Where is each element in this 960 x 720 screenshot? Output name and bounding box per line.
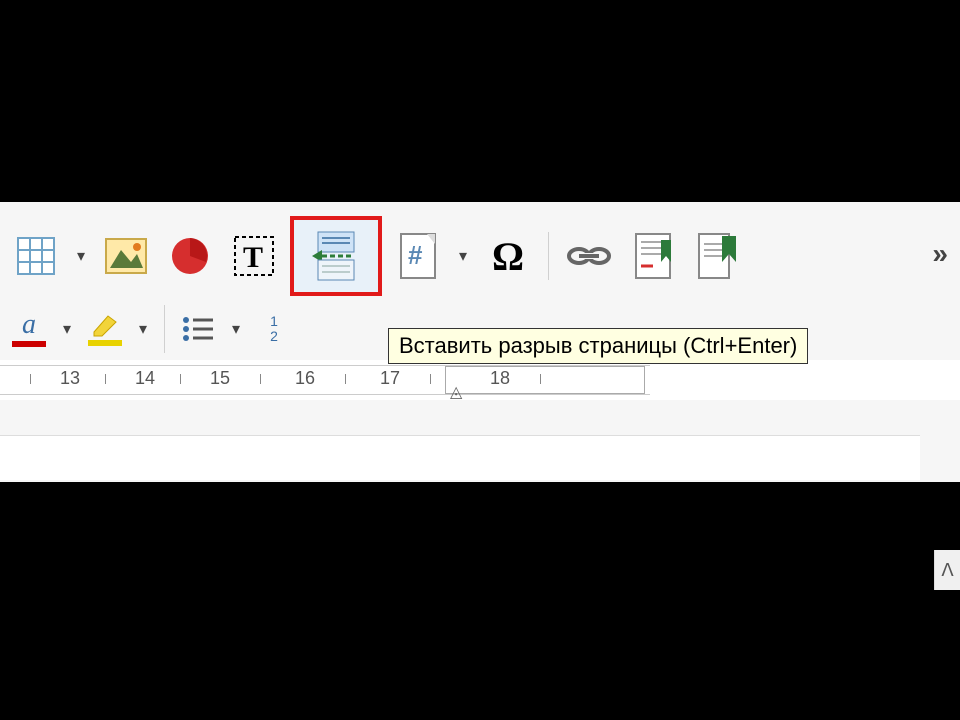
- svg-text:T: T: [243, 241, 263, 274]
- insert-table-dropdown[interactable]: ▾: [72, 228, 90, 284]
- footnote-icon: [633, 232, 673, 280]
- font-color-swatch: [12, 341, 46, 347]
- ruler-mark: 18: [490, 368, 510, 389]
- image-icon: [105, 238, 147, 274]
- horizontal-ruler[interactable]: 13 14 15 16 17 18 ◬: [0, 365, 650, 395]
- highlight-color-swatch: [88, 340, 122, 346]
- numbered-list-digit-2: 2: [270, 329, 278, 344]
- font-color-icon: a: [22, 311, 36, 339]
- font-color-dropdown[interactable]: ▾: [58, 301, 76, 357]
- insert-hyperlink-button[interactable]: [561, 228, 617, 284]
- ruler-mark: 16: [295, 368, 315, 389]
- highlighter-icon: [90, 312, 120, 338]
- svg-text:#: #: [408, 240, 423, 270]
- scroll-up-icon: ᐱ: [941, 560, 953, 581]
- toolbar-overflow-button[interactable]: »: [932, 238, 948, 270]
- bookmark-icon: [696, 232, 738, 280]
- vertical-scrollbar[interactable]: ᐱ: [934, 550, 960, 590]
- ruler-mark: 15: [210, 368, 230, 389]
- text-box-icon: T: [232, 234, 276, 278]
- ruler-indent-marker-icon[interactable]: ◬: [450, 382, 462, 402]
- document-page[interactable]: [0, 435, 920, 480]
- insert-table-button[interactable]: [8, 228, 64, 284]
- ruler-area: 13 14 15 16 17 18 ◬ ᐱ: [0, 360, 960, 400]
- app-toolbar-region: ▾ T: [0, 202, 960, 482]
- ruler-indent-region[interactable]: [445, 366, 645, 394]
- insert-bookmark-button[interactable]: [689, 228, 745, 284]
- toolbar-separator: [548, 232, 549, 280]
- field-icon: #: [397, 232, 439, 280]
- numbered-list-digit-1: 1: [270, 314, 278, 329]
- insert-page-break-button[interactable]: [290, 216, 382, 296]
- omega-icon: Ω: [492, 233, 524, 280]
- toolbar-row-insert: ▾ T: [0, 202, 960, 298]
- ruler-mark: 17: [380, 368, 400, 389]
- bullet-list-icon: [181, 314, 215, 344]
- page-break-icon: [308, 228, 364, 284]
- highlight-color-button[interactable]: [84, 308, 126, 350]
- bullet-list-button[interactable]: [177, 308, 219, 350]
- insert-footnote-button[interactable]: [625, 228, 681, 284]
- tooltip-page-break: Вставить разрыв страницы (Ctrl+Enter): [388, 328, 808, 364]
- table-icon: [16, 236, 56, 276]
- insert-image-button[interactable]: [98, 228, 154, 284]
- ruler-mark: 14: [135, 368, 155, 389]
- insert-text-box-button[interactable]: T: [226, 228, 282, 284]
- ruler-mark: 13: [60, 368, 80, 389]
- hyperlink-icon: [565, 240, 613, 272]
- number-list-icon: 1 2: [270, 314, 278, 345]
- insert-chart-button[interactable]: [162, 228, 218, 284]
- insert-field-dropdown[interactable]: ▾: [454, 228, 472, 284]
- highlight-color-dropdown[interactable]: ▾: [134, 301, 152, 357]
- insert-special-char-button[interactable]: Ω: [480, 228, 536, 284]
- font-color-button[interactable]: a: [8, 308, 50, 350]
- numbered-list-button[interactable]: 1 2: [253, 308, 295, 350]
- chart-icon: [170, 236, 210, 276]
- toolbar-separator: [164, 305, 165, 353]
- bullet-list-dropdown[interactable]: ▾: [227, 301, 245, 357]
- insert-field-button[interactable]: #: [390, 228, 446, 284]
